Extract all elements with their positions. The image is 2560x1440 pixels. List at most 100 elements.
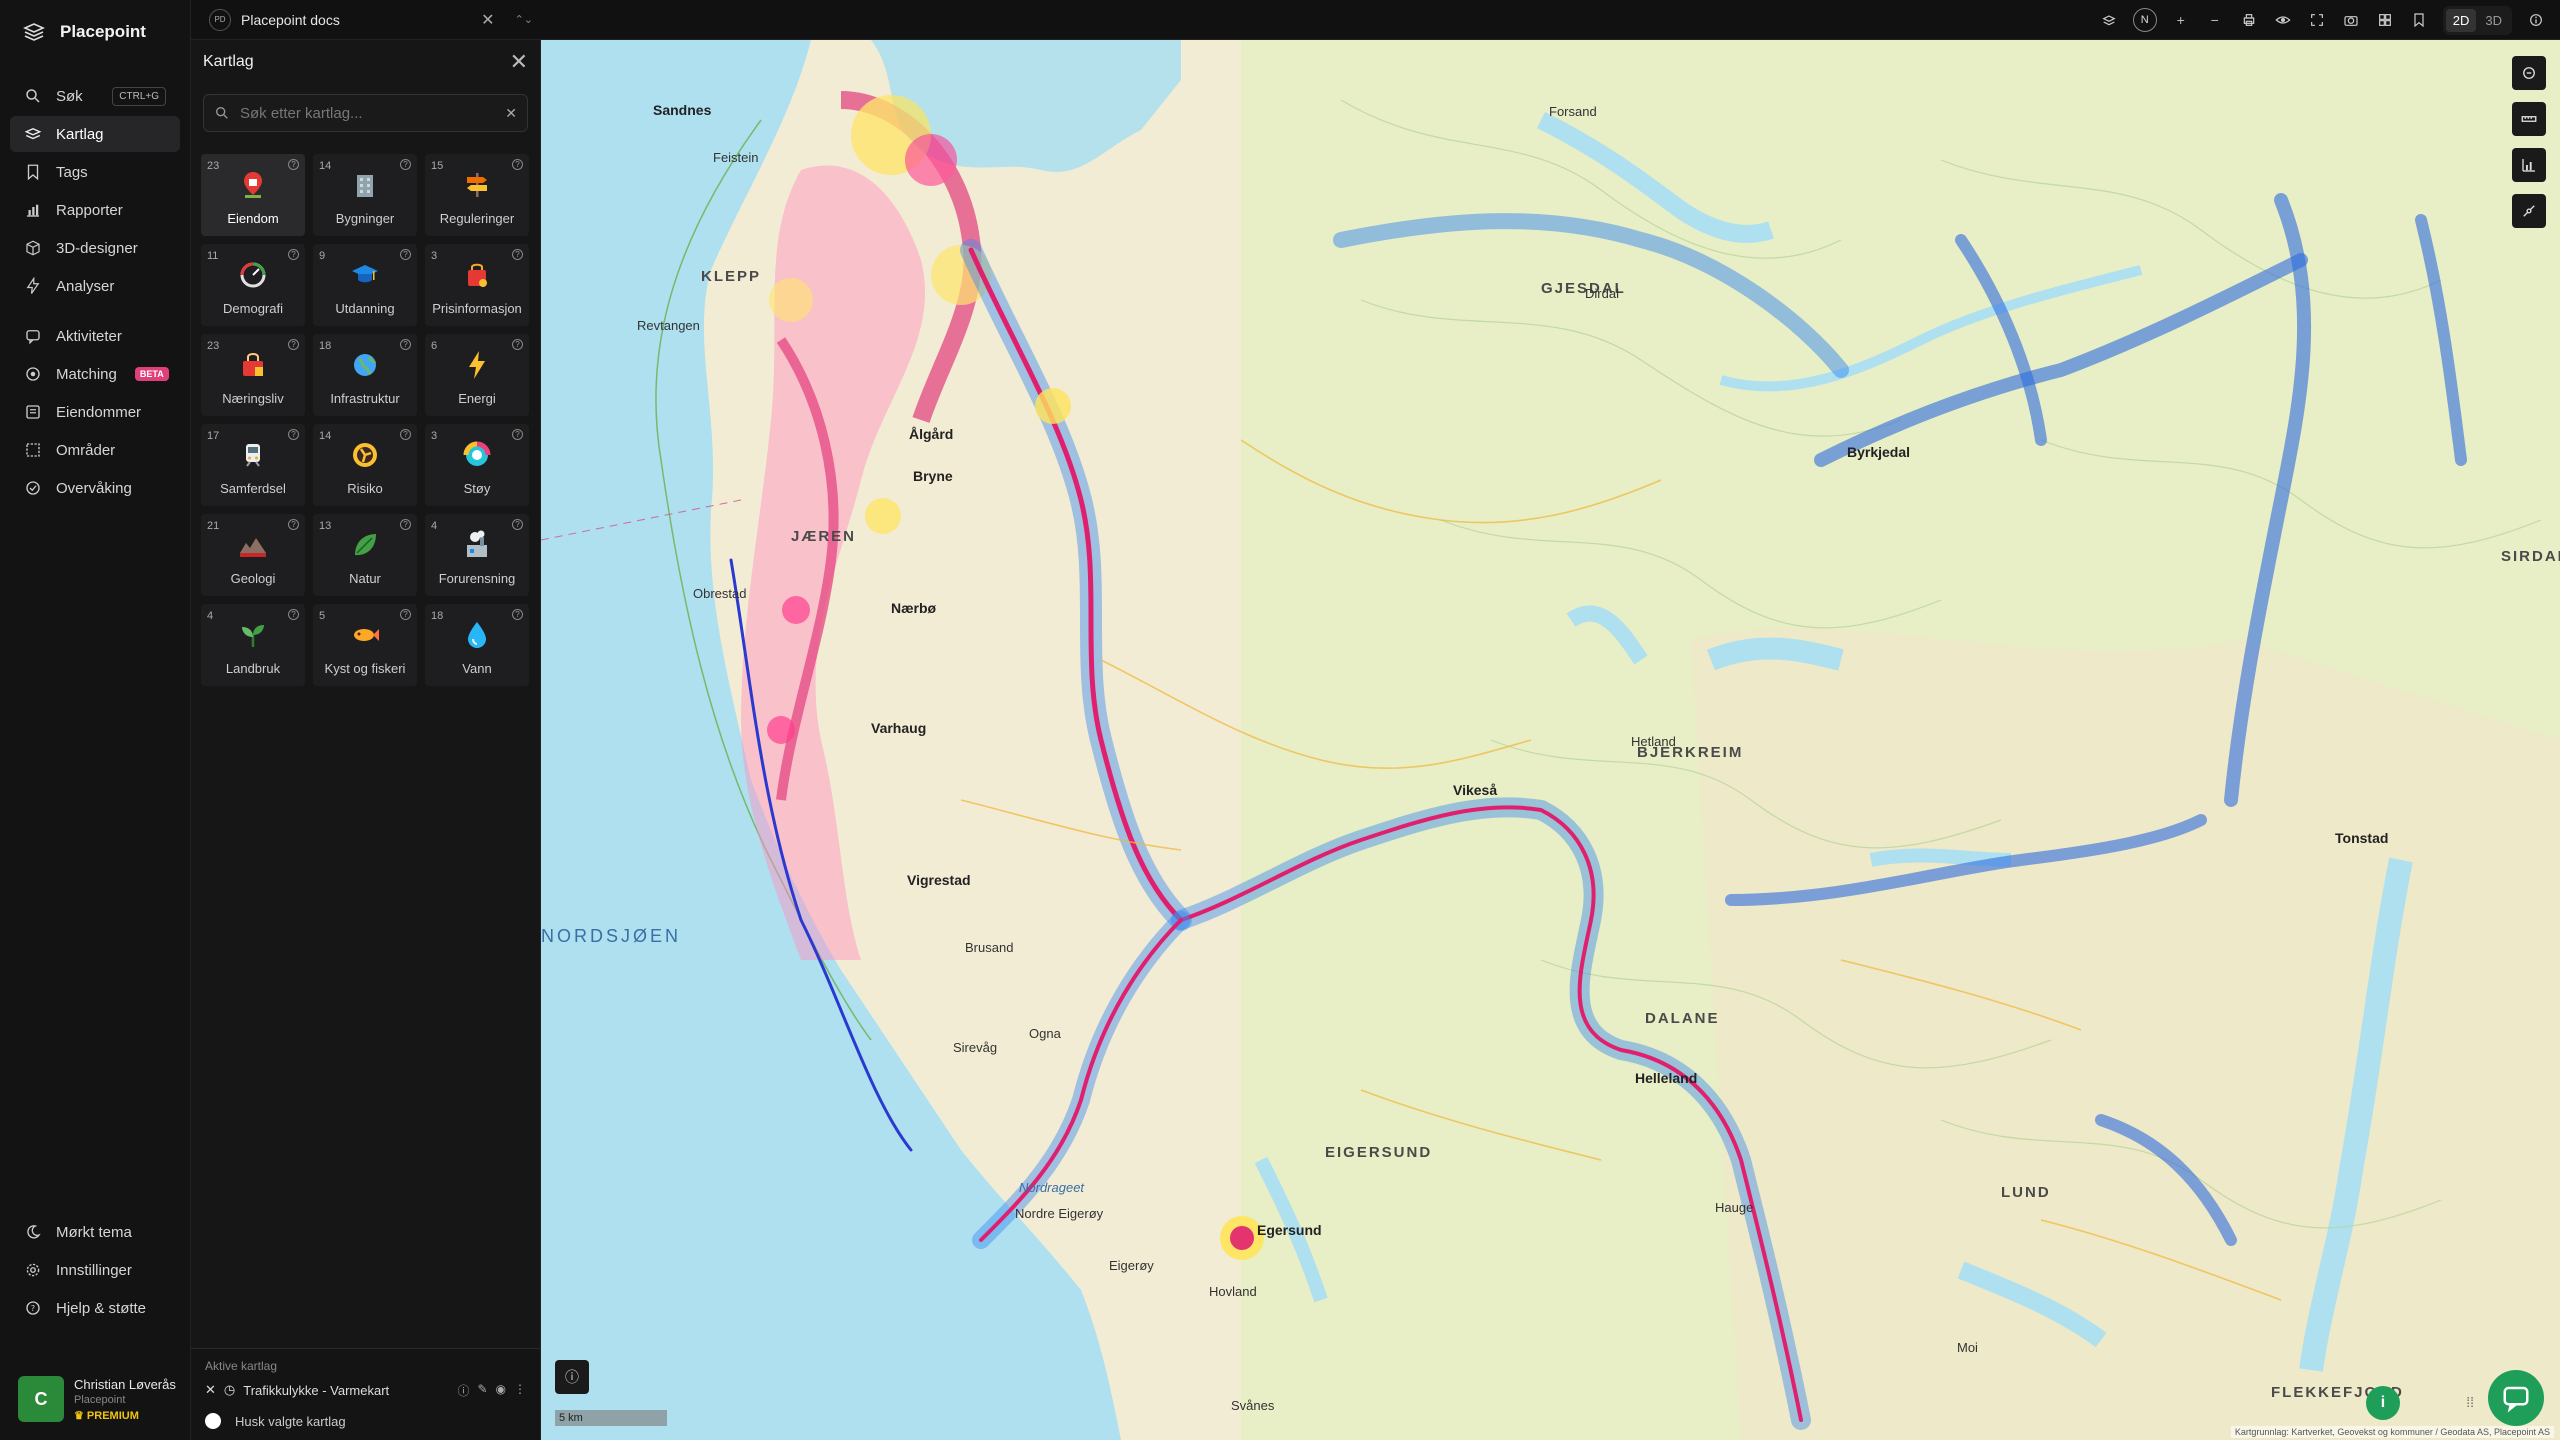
statistics-button[interactable] [2512,148,2546,182]
nav-item-aktiviteter[interactable]: Aktiviteter [10,318,180,354]
nav-item-matching[interactable]: Matching BETA [10,356,180,392]
info-icon[interactable]: ? [512,609,523,620]
layer-tile-utdanning[interactable]: 9? Utdanning [313,244,417,326]
nav-item-rapporter[interactable]: Rapporter [10,192,180,228]
layer-tile-forurensning[interactable]: 4? Forurensning [425,514,529,596]
view-3d-button[interactable]: 3D [2478,9,2509,32]
nav-item-dark-theme[interactable]: Mørkt tema [10,1214,180,1250]
nav-item-kartlag[interactable]: Kartlag [10,116,180,152]
info-icon[interactable]: ? [400,159,411,170]
close-icon[interactable]: ✕ [481,10,494,30]
graduation-cap-icon [348,258,382,292]
water-drop-icon [460,618,494,652]
info-icon[interactable]: ? [512,519,523,530]
info-button[interactable]: i [2366,1386,2400,1420]
draw-button[interactable] [2512,194,2546,228]
layer-tile-samferdsel[interactable]: 17? Samferdsel [201,424,305,506]
print-icon[interactable] [2239,10,2259,30]
layers-stack-icon[interactable] [2099,10,2119,30]
info-icon[interactable]: ? [288,159,299,170]
layer-tile-reguleringer[interactable]: 15? Reguleringer [425,154,529,236]
info-icon[interactable]: ? [288,609,299,620]
compass-button[interactable]: N [2132,8,2157,32]
view-2d-button[interactable]: 2D [2445,8,2477,32]
info-icon[interactable]: ? [512,429,523,440]
layer-tile-prisinformasjon[interactable]: 3? Prisinformasjon [425,244,529,326]
map-canvas[interactable] [541,40,2560,1440]
visibility-icon[interactable]: ◉ [496,1382,506,1399]
more-icon[interactable]: ⋮ [514,1382,526,1399]
layer-search-input[interactable] [240,104,496,122]
nav-item-label: Søk [56,87,83,105]
info-icon[interactable]: ? [288,519,299,530]
chat-button[interactable] [2488,1370,2544,1426]
layer-tile-natur[interactable]: 13? Natur [313,514,417,596]
info-icon[interactable]: ? [512,249,523,260]
layer-tile-kyst-og-fiskeri[interactable]: 5? Kyst og fiskeri [313,604,417,686]
active-layer-row[interactable]: ✕ ◷ Trafikkulykke - Varmekart ⓘ ✎ ◉ ⋮ [191,1377,540,1403]
info-icon[interactable]: ? [400,429,411,440]
grid-icon[interactable] [2375,10,2395,30]
edit-icon[interactable]: ✎ [477,1382,487,1399]
close-icon[interactable]: ✕ [510,49,528,75]
info-icon[interactable]: ? [400,249,411,260]
info-icon[interactable]: ? [400,609,411,620]
layer-tile-geologi[interactable]: 21? Geologi [201,514,305,596]
nav-item-label: Tags [56,163,88,181]
user-card[interactable]: C Christian Løverås Placepoint ♛ PREMIUM [18,1376,176,1422]
layer-tile-støy[interactable]: 3? Støy [425,424,529,506]
layer-search: ✕ [203,94,528,132]
info-icon[interactable]: ? [400,339,411,350]
remember-toggle[interactable] [205,1413,221,1429]
layer-tile-demografi[interactable]: 11? Demografi [201,244,305,326]
info-icon[interactable]: ? [512,159,523,170]
doc-tab[interactable]: PD Placepoint docs ✕ ⌃⌄ [191,0,541,40]
info-icon[interactable] [2526,10,2546,30]
layer-tile-bygninger[interactable]: 14? Bygninger [313,154,417,236]
info-icon[interactable]: ? [400,519,411,530]
nav-item-3d-designer[interactable]: 3D-designer [10,230,180,266]
measure-button[interactable] [2512,102,2546,136]
zoom-in-icon[interactable]: + [2171,10,2191,30]
info-icon[interactable]: ? [288,429,299,440]
info-icon[interactable]: ? [288,249,299,260]
layer-type-icon: ◷ [223,1382,236,1397]
nav-item-eiendommer[interactable]: Eiendommer [10,394,180,430]
layer-tile-vann[interactable]: 18? Vann [425,604,529,686]
info-icon[interactable]: ? [512,339,523,350]
user-tier-label: PREMIUM [86,1409,139,1422]
layer-tile-energi[interactable]: 6? Energi [425,334,529,416]
zoom-out-icon[interactable]: − [2205,10,2225,30]
tile-count: 23 [207,160,220,172]
layer-tile-næringsliv[interactable]: 23? Næringsliv [201,334,305,416]
remove-layer-icon[interactable]: ✕ [205,1382,216,1398]
nav-item-overvaking[interactable]: Overvåking [10,470,180,506]
nav-item-analyser[interactable]: Analyser [10,268,180,304]
clear-icon[interactable]: ✕ [505,105,517,122]
camera-icon[interactable] [2341,10,2361,30]
chevron-up-down-icon[interactable]: ⌃⌄ [515,13,533,26]
remember-layers[interactable]: Husk valgte kartlag [191,1403,540,1439]
layer-tile-eiendom[interactable]: 23? Eiendom [201,154,305,236]
tile-label: Prisinformasjon [432,301,522,316]
layer-tile-infrastruktur[interactable]: 18? Infrastruktur [313,334,417,416]
nav-item-sok[interactable]: Søk CTRL+G [10,78,180,114]
nav-item-omrader[interactable]: Områder [10,432,180,468]
layer-tile-landbruk[interactable]: 4? Landbruk [201,604,305,686]
shortcut-badge: CTRL+G [112,86,166,106]
layer-info-icon[interactable]: ⓘ [457,1382,469,1399]
nav-item-settings[interactable]: Innstillinger [10,1252,180,1288]
map-view[interactable]: Sandnes KLEPP JÆREN Ålgård Bryne Nærbø V… [541,40,2560,1440]
eye-icon[interactable] [2273,10,2293,30]
layer-tile-risiko[interactable]: 14? Risiko [313,424,417,506]
map-label-lund: LUND [2001,1184,2051,1201]
map-filter-button[interactable] [2512,56,2546,90]
brand[interactable]: Placepoint [0,0,190,64]
nav-item-help[interactable]: ? Hjelp & støtte [10,1290,180,1326]
fullscreen-icon[interactable] [2307,10,2327,30]
drag-handle-icon[interactable]: ⁞⁞ [2466,1394,2474,1410]
info-icon[interactable]: ? [288,339,299,350]
nav-item-tags[interactable]: Tags [10,154,180,190]
map-help-button[interactable]: ⓘ [555,1360,589,1394]
bookmark-icon[interactable] [2409,10,2429,30]
